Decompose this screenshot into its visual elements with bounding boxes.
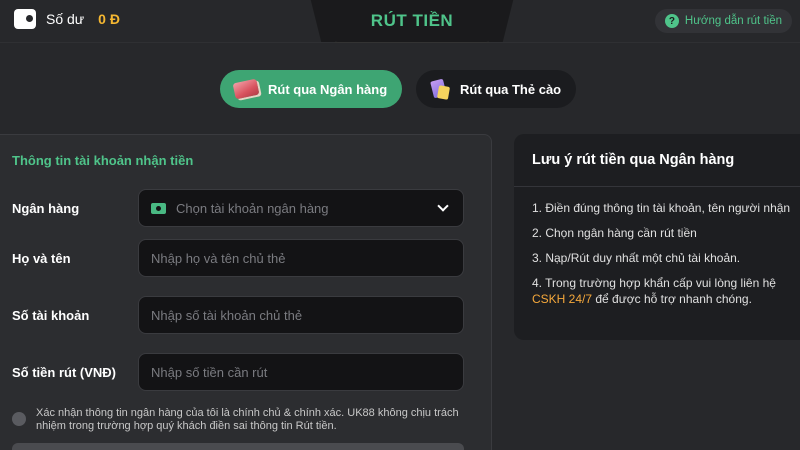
header-divider bbox=[0, 42, 800, 43]
tab-bank-withdraw-label: Rút qua Ngân hàng bbox=[268, 81, 388, 97]
note-item-4-prefix: 4. Trong trường hợp khẩn cấp vui lòng li… bbox=[532, 276, 776, 290]
notes-title: Lưu ý rút tiền qua Ngân hàng bbox=[532, 152, 735, 168]
bank-label: Ngân hàng bbox=[12, 200, 80, 216]
name-label: Họ và tên bbox=[12, 250, 71, 266]
tab-card-withdraw-label: Rút qua Thẻ cào bbox=[460, 81, 562, 97]
amount-field-box bbox=[138, 353, 464, 391]
bank-row: Ngân hàng Chọn tài khoản ngân hàng bbox=[12, 189, 464, 227]
account-label: Số tài khoản bbox=[12, 307, 90, 323]
account-row: Số tài khoản bbox=[12, 296, 464, 334]
form-heading: Thông tin tài khoản nhận tiền bbox=[12, 153, 194, 168]
name-input[interactable] bbox=[151, 250, 451, 266]
note-item: 3. Nạp/Rút duy nhất một chủ tài khoản. bbox=[532, 251, 741, 265]
confirm-text: Xác nhận thông tin ngân hàng của tôi là … bbox=[36, 407, 459, 432]
page-title: RÚT TIỀN bbox=[370, 11, 454, 30]
notes-divider bbox=[514, 186, 800, 187]
name-row: Họ và tên bbox=[12, 239, 464, 277]
account-field-box bbox=[138, 296, 464, 334]
withdraw-method-tabs: Rút qua Ngân hàng Rút qua Thẻ cào bbox=[220, 70, 576, 108]
bank-card-icon bbox=[232, 78, 260, 100]
wallet-icon bbox=[14, 9, 36, 29]
amount-label: Số tiền rút (VNĐ) bbox=[12, 364, 116, 380]
tab-bank-withdraw[interactable]: Rút qua Ngân hàng bbox=[220, 70, 402, 108]
notes-panel: Lưu ý rút tiền qua Ngân hàng 1. Điền đún… bbox=[514, 134, 800, 340]
name-field-box bbox=[138, 239, 464, 277]
note-item: 2. Chọn ngân hàng cần rút tiền bbox=[532, 226, 697, 240]
page-title-tab: RÚT TIỀN bbox=[324, 0, 500, 42]
confirm-row: Xác nhận thông tin ngân hàng của tôi là … bbox=[12, 407, 471, 433]
notes-list: 1. Điền đúng thông tin tài khoản, tên ng… bbox=[532, 200, 798, 316]
scratch-card-icon bbox=[430, 78, 450, 100]
withdraw-guide-button[interactable]: ? Hướng dẫn rút tiền bbox=[654, 9, 792, 33]
account-info-form: Thông tin tài khoản nhận tiền Ngân hàng … bbox=[0, 134, 492, 450]
support-hotline-link[interactable]: CSKH 24/7 bbox=[532, 292, 592, 306]
balance-display: Số dư 0 Đ bbox=[14, 8, 120, 30]
note-item: 1. Điền đúng thông tin tài khoản, tên ng… bbox=[532, 201, 791, 215]
tab-card-withdraw[interactable]: Rút qua Thẻ cào bbox=[416, 70, 576, 108]
bank-icon bbox=[151, 202, 166, 214]
account-number-input[interactable] bbox=[151, 307, 451, 323]
amount-row: Số tiền rút (VNĐ) bbox=[12, 353, 464, 391]
bank-select[interactable]: Chọn tài khoản ngân hàng bbox=[138, 189, 464, 227]
submit-button[interactable] bbox=[12, 443, 464, 450]
balance-value: 0 Đ bbox=[98, 11, 120, 27]
confirm-radio[interactable] bbox=[12, 412, 26, 426]
help-icon: ? bbox=[664, 14, 679, 28]
note-item-4-suffix: để được hỗ trợ nhanh chóng. bbox=[592, 292, 752, 306]
withdraw-guide-label: Hướng dẫn rút tiền bbox=[684, 15, 782, 27]
bank-select-placeholder: Chọn tài khoản ngân hàng bbox=[176, 200, 329, 216]
chevron-down-icon bbox=[437, 200, 449, 212]
amount-input[interactable] bbox=[151, 364, 451, 380]
balance-label: Số dư bbox=[46, 11, 85, 27]
note-item: 4. Trong trường hợp khẩn cấp vui lòng li… bbox=[532, 275, 798, 307]
